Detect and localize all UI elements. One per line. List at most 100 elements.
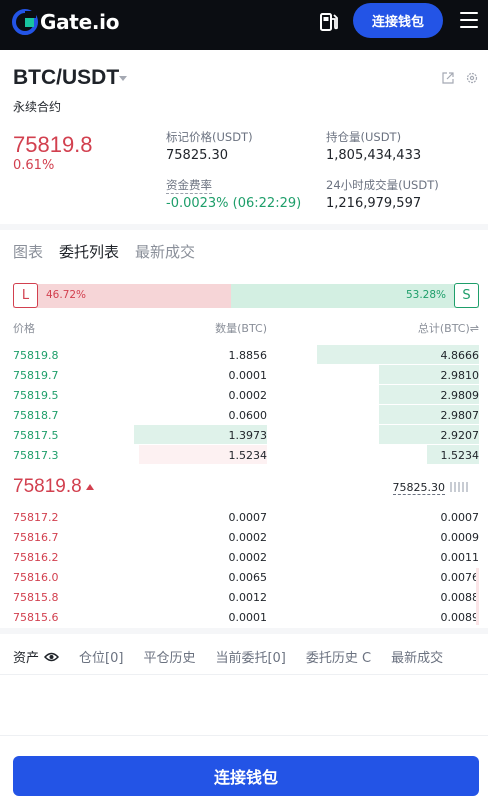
logo-mark-icon (12, 9, 38, 35)
tab-recent-trades[interactable]: 最新成交 (135, 241, 195, 262)
ask-price: 75819.8 (13, 349, 59, 362)
bid-row[interactable]: 75816.0 0.0065 0.0076 (0, 567, 488, 587)
bid-total: 0.0088 (440, 591, 480, 604)
bid-price: 75817.2 (13, 511, 59, 524)
bid-total: 0.0011 (440, 551, 480, 564)
ask-price: 75819.7 (13, 369, 59, 382)
ask-qty: 0.0600 (228, 409, 268, 422)
ask-price: 75819.5 (13, 389, 59, 402)
open-interest-value: 1,805,434,433 (326, 148, 422, 163)
volume-label: 24小时成交量(USDT) (326, 178, 439, 192)
bid-qty: 0.0002 (228, 551, 268, 564)
ask-price: 75817.5 (13, 429, 59, 442)
section-divider (0, 224, 488, 230)
section-divider (0, 628, 488, 634)
bid-price: 75816.7 (13, 531, 59, 544)
ask-total: 2.9807 (440, 409, 480, 422)
contract-type: 永续合约 (13, 100, 62, 114)
bid-qty: 0.0001 (228, 611, 268, 624)
market-tabs: 图表 委托列表 最新成交 (13, 241, 195, 262)
pair-selector[interactable]: BTC/USDT (13, 66, 119, 90)
bid-row[interactable]: 75815.8 0.0012 0.0088 (0, 587, 488, 607)
bid-total: 0.0089 (440, 611, 480, 624)
ask-qty: 0.0001 (228, 369, 268, 382)
tab-close-history[interactable]: 平仓历史 (143, 647, 195, 666)
mid-price: 75819.8 (13, 476, 82, 497)
ask-qty: 1.3973 (228, 429, 268, 442)
ask-price: 75818.7 (13, 409, 59, 422)
settings-icon[interactable] (466, 72, 478, 84)
connect-wallet-button[interactable]: 连接钱包 (353, 3, 443, 38)
bid-qty: 0.0012 (228, 591, 268, 604)
tab-open-orders[interactable]: 当前委托[0] (215, 647, 285, 666)
account-tabs: 资产 仓位[0] 平仓历史 当前委托[0] 委托历史 C 最新成交 (13, 647, 443, 666)
price-change: 0.61% (13, 158, 55, 173)
ask-total: 2.9810 (440, 369, 480, 382)
bid-total: 0.0007 (440, 511, 480, 524)
tabs-underline (0, 674, 488, 675)
ask-price: 75817.3 (13, 449, 59, 462)
mark-price-value: 75825.30 (166, 148, 229, 163)
bid-depth-strip (476, 568, 479, 625)
caret-down-icon[interactable] (119, 76, 127, 81)
short-badge: S (454, 283, 479, 308)
open-interest-label: 持仓量(USDT) (326, 130, 402, 144)
bid-price: 75815.8 (13, 591, 59, 604)
connect-wallet-bottom-button[interactable]: 连接钱包 (13, 756, 479, 796)
tab-assets-label: 资产 (13, 651, 40, 666)
volume-value: 1,216,979,597 (326, 196, 422, 211)
tab-chart[interactable]: 图表 (13, 241, 43, 262)
long-badge: L (13, 283, 38, 308)
logo-text: Gate.io (40, 10, 120, 34)
ask-row[interactable]: 75818.7 0.0600 2.9807 (0, 405, 488, 425)
ask-qty: 1.5234 (228, 449, 268, 462)
ask-row[interactable]: 75819.5 0.0002 2.9809 (0, 385, 488, 405)
tab-my-trades[interactable]: 最新成交 (391, 647, 443, 666)
bid-qty: 0.0007 (228, 511, 268, 524)
ask-total: 2.9809 (440, 389, 480, 402)
bid-row[interactable]: 75816.7 0.0002 0.0009 (0, 527, 488, 547)
bid-qty: 0.0002 (228, 531, 268, 544)
long-short-ratio: L 46.72% 53.28% S (13, 283, 479, 308)
tab-assets[interactable]: 资产 (13, 647, 60, 666)
fuel-station-icon[interactable] (318, 11, 340, 33)
ask-total: 2.9207 (440, 429, 480, 442)
tab-orderbook[interactable]: 委托列表 (59, 241, 120, 262)
ask-row[interactable]: 75817.3 1.5234 1.5234 (0, 445, 488, 465)
ask-row[interactable]: 75817.5 1.3973 2.9207 (0, 425, 488, 445)
long-percent: 46.72% (46, 289, 87, 301)
tab-positions[interactable]: 仓位[0] (79, 647, 123, 666)
bid-price: 75816.2 (13, 551, 59, 564)
tab-order-history[interactable]: 委托历史 C (306, 647, 371, 666)
bid-total: 0.0076 (440, 571, 480, 584)
eye-icon[interactable] (44, 652, 60, 662)
mark-price-label: 标记价格(USDT) (166, 130, 253, 144)
funding-rate-label[interactable]: 资金费率 (166, 177, 212, 194)
orderbook-total-header[interactable]: 总计(BTC)⇌ (418, 320, 479, 336)
orderbook-qty-header: 数量(BTC) (215, 322, 267, 335)
short-percent: 53.28% (405, 289, 446, 301)
bid-price: 75815.6 (13, 611, 59, 624)
ask-qty: 1.8856 (228, 349, 268, 362)
ask-total: 1.5234 (440, 449, 480, 462)
mid-mark-price: 75825.30 (392, 481, 445, 495)
logo[interactable]: Gate.io (12, 9, 119, 35)
ask-row[interactable]: 75819.7 0.0001 2.9810 (0, 365, 488, 385)
orderbook-price-header: 价格 (13, 322, 35, 335)
last-price: 75819.8 (13, 132, 93, 157)
ask-row[interactable]: 75819.8 1.8856 4.8666 (0, 345, 488, 365)
funding-rate-value: -0.0023% (06:22:29) (166, 196, 302, 211)
bid-row[interactable]: 75815.6 0.0001 0.0089 (0, 607, 488, 627)
arrow-up-icon (86, 484, 94, 490)
menu-icon[interactable] (460, 12, 478, 28)
bid-total: 0.0009 (440, 531, 480, 544)
ask-qty: 0.0002 (228, 389, 268, 402)
depth-precision-icon[interactable] (450, 482, 468, 492)
ask-total: 4.8666 (440, 349, 480, 362)
bid-row[interactable]: 75816.2 0.0002 0.0011 (0, 547, 488, 567)
bid-row[interactable]: 75817.2 0.0007 0.0007 (0, 507, 488, 527)
bid-price: 75816.0 (13, 571, 59, 584)
external-link-icon[interactable] (442, 72, 454, 84)
bid-qty: 0.0065 (228, 571, 268, 584)
top-bar: Gate.io 连接钱包 (0, 0, 488, 50)
